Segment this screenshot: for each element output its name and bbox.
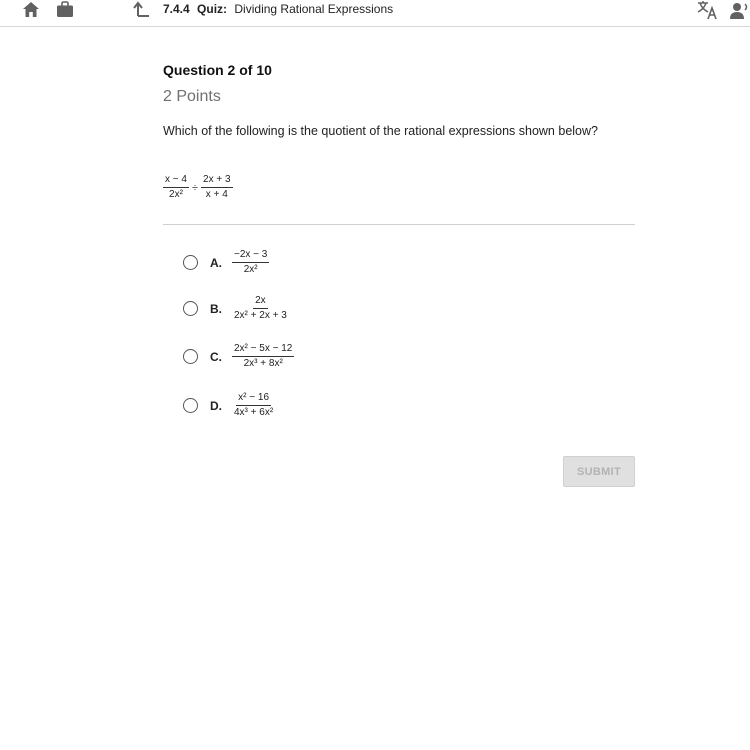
option-b-numerator: 2x — [253, 295, 268, 309]
option-a-fraction: −2x − 3 2x² — [232, 249, 270, 276]
option-letter-b: B. — [210, 301, 222, 316]
question-heading: Question 2 of 10 — [163, 62, 272, 78]
right-denominator: x + 4 — [205, 189, 228, 200]
top-bar: 7.4.4 Quiz: Dividing Rational Expression… — [0, 0, 750, 27]
option-letter-a: A. — [210, 255, 222, 270]
division-sign: ÷ — [191, 181, 199, 194]
question-expression: x − 4 2x² ÷ 2x + 3 x + 4 — [163, 174, 233, 201]
translate-icon[interactable] — [697, 0, 719, 25]
answer-option-d[interactable]: D. x² − 16 4x³ + 6x² — [183, 392, 275, 419]
back-icon[interactable] — [133, 1, 151, 23]
left-fraction: x − 4 2x² — [163, 174, 189, 201]
briefcase-icon[interactable] — [56, 1, 74, 23]
option-c-denominator: 2x³ + 8x² — [243, 358, 283, 369]
option-letter-d: D. — [210, 398, 222, 413]
left-numerator: x − 4 — [163, 174, 189, 188]
option-d-numerator: x² − 16 — [236, 392, 272, 406]
speaker-icon[interactable] — [730, 2, 750, 25]
lesson-code: 7.4.4 — [163, 2, 190, 16]
radio-button-d[interactable] — [183, 398, 198, 413]
option-a-numerator: −2x − 3 — [232, 249, 270, 263]
quiz-label: Quiz: — [197, 2, 228, 16]
radio-button-c[interactable] — [183, 349, 198, 364]
option-a-denominator: 2x² — [243, 264, 258, 275]
divider — [163, 224, 635, 225]
option-letter-c: C. — [210, 349, 222, 364]
option-b-fraction: 2x 2x² + 2x + 3 — [232, 295, 289, 322]
lesson-title: Dividing Rational Expressions — [234, 2, 394, 16]
right-fraction: 2x + 3 x + 4 — [201, 174, 233, 201]
radio-button-b[interactable] — [183, 301, 198, 316]
left-denominator: 2x² — [169, 189, 183, 200]
option-d-fraction: x² − 16 4x³ + 6x² — [232, 392, 275, 419]
breadcrumb: 7.4.4 Quiz: Dividing Rational Expression… — [163, 2, 393, 16]
answer-option-b[interactable]: B. 2x 2x² + 2x + 3 — [183, 295, 289, 322]
submit-button[interactable]: SUBMIT — [563, 456, 635, 487]
option-c-fraction: 2x² − 5x − 12 2x³ + 8x² — [232, 343, 295, 370]
question-points: 2 Points — [163, 88, 221, 105]
question-text: Which of the following is the quotient o… — [163, 124, 598, 138]
option-c-numerator: 2x² − 5x − 12 — [232, 343, 295, 357]
option-d-denominator: 4x³ + 6x² — [234, 407, 274, 418]
right-numerator: 2x + 3 — [201, 174, 233, 188]
answer-option-a[interactable]: A. −2x − 3 2x² — [183, 249, 270, 276]
option-b-denominator: 2x² + 2x + 3 — [234, 310, 287, 321]
answer-option-c[interactable]: C. 2x² − 5x − 12 2x³ + 8x² — [183, 343, 295, 370]
home-icon[interactable] — [22, 1, 40, 23]
radio-button-a[interactable] — [183, 255, 198, 270]
